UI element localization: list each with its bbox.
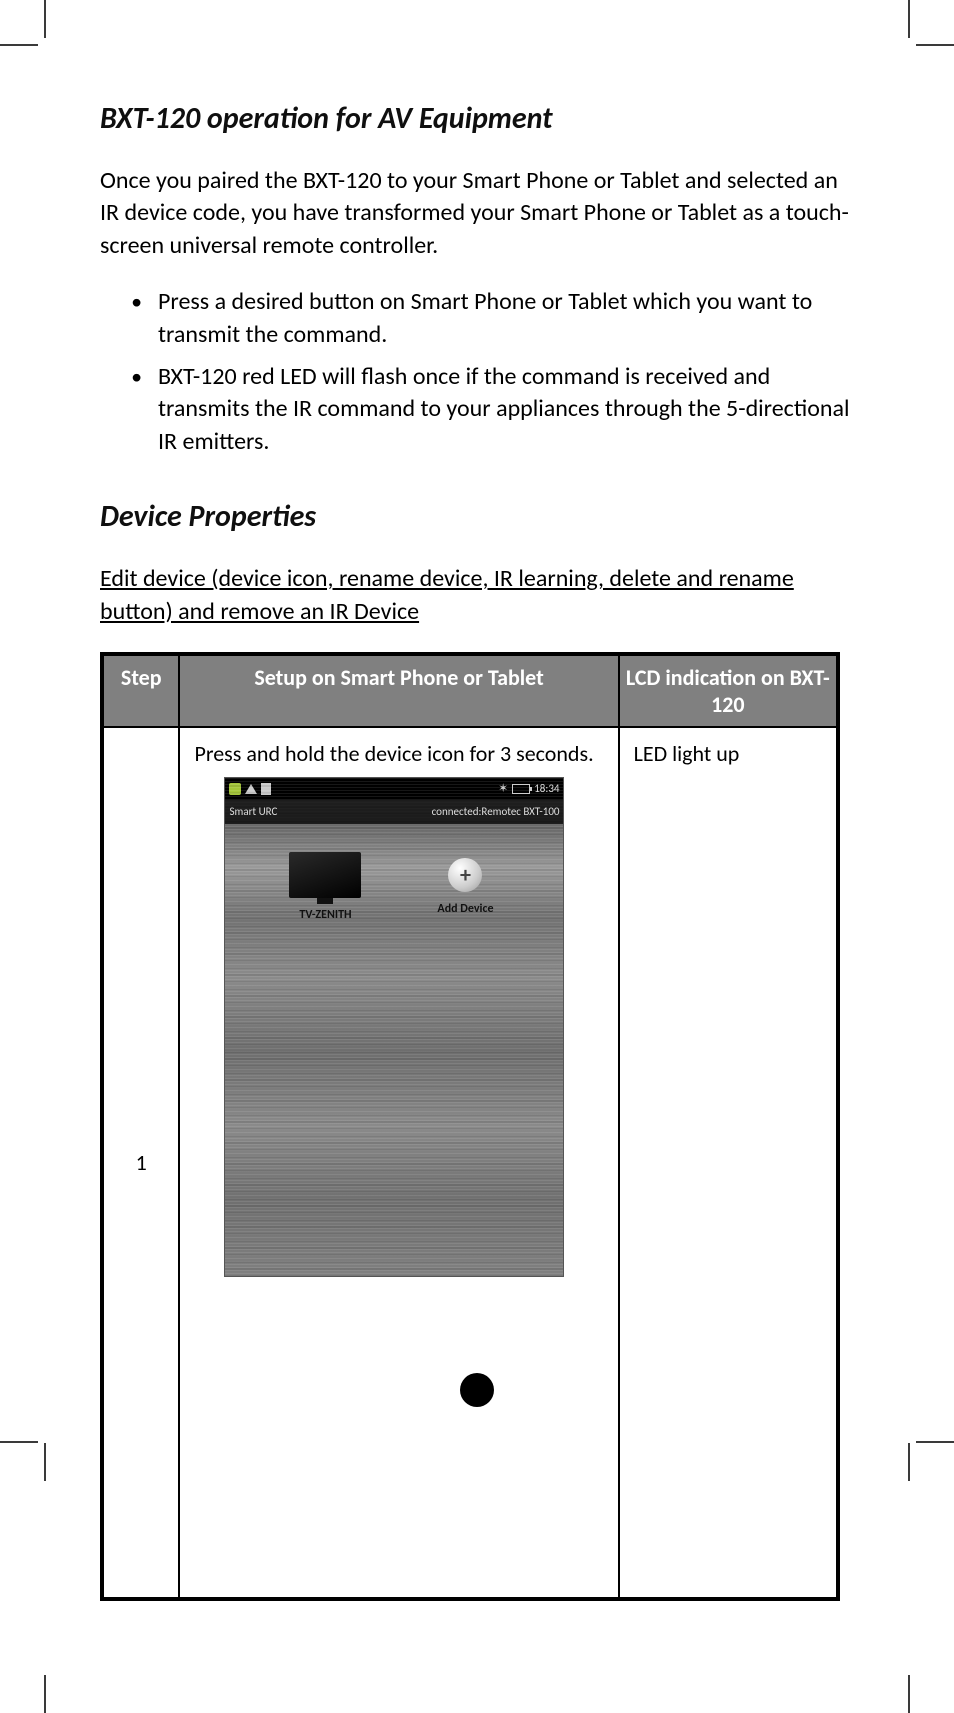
add-device-button[interactable]: + Add Device	[415, 852, 515, 922]
doc-icon	[261, 783, 271, 795]
crop-mark	[916, 44, 954, 46]
crop-mark	[0, 1441, 38, 1443]
wifi-icon	[245, 784, 257, 794]
lcd-cell: LED light up	[619, 727, 838, 1599]
crop-mark	[916, 1441, 954, 1443]
step-number: 1	[102, 727, 179, 1599]
phone-screenshot: ✶ 18:34 Smart URC connected:Remotec BXT-…	[224, 777, 564, 1277]
setup-cell: Press and hold the device icon for 3 sec…	[179, 727, 618, 1599]
crop-mark	[44, 1675, 46, 1713]
device-label: TV-ZENITH	[299, 908, 351, 922]
list-item: BXT-120 red LED will flash once if the c…	[152, 361, 860, 458]
section-heading-properties: Device Properties	[100, 498, 860, 535]
device-tv[interactable]: TV-ZENITH	[275, 852, 375, 922]
table-row: 1 Press and hold the device icon for 3 s…	[102, 727, 838, 1599]
page-indicator-dot	[460, 1373, 494, 1407]
android-icon	[229, 783, 241, 795]
list-item: Press a desired button on Smart Phone or…	[152, 286, 860, 351]
crop-mark	[0, 44, 38, 46]
bluetooth-icon: ✶	[498, 781, 508, 796]
status-time: 18:34	[534, 782, 559, 795]
table-header-lcd: LCD indication on BXT-120	[619, 654, 838, 727]
crop-mark	[908, 0, 910, 38]
device-row: TV-ZENITH + Add Device	[225, 824, 563, 922]
tv-icon	[289, 852, 361, 898]
app-name: Smart URC	[229, 805, 277, 818]
intro-paragraph: Once you paired the BXT-120 to your Smar…	[100, 165, 860, 262]
connection-status: connected:Remotec BXT-100	[432, 805, 560, 818]
crop-mark	[908, 1443, 910, 1481]
plus-icon: +	[448, 858, 482, 892]
setup-text: Press and hold the device icon for 3 sec…	[194, 740, 593, 767]
table-header-step: Step	[102, 654, 179, 727]
phone-appbar: Smart URC connected:Remotec BXT-100	[225, 800, 563, 824]
crop-mark	[44, 1443, 46, 1481]
phone-statusbar: ✶ 18:34	[225, 778, 563, 800]
steps-table: Step Setup on Smart Phone or Tablet LCD …	[100, 652, 840, 1601]
battery-icon	[512, 784, 530, 794]
section-heading-operation: BXT-120 operation for AV Equipment	[100, 100, 860, 137]
device-label: Add Device	[437, 902, 493, 916]
crop-mark	[908, 1675, 910, 1713]
sub-underline: Edit device (device icon, rename device,…	[100, 563, 860, 628]
table-header-setup: Setup on Smart Phone or Tablet	[179, 654, 618, 727]
crop-mark	[44, 0, 46, 38]
instruction-list: Press a desired button on Smart Phone or…	[100, 286, 860, 458]
